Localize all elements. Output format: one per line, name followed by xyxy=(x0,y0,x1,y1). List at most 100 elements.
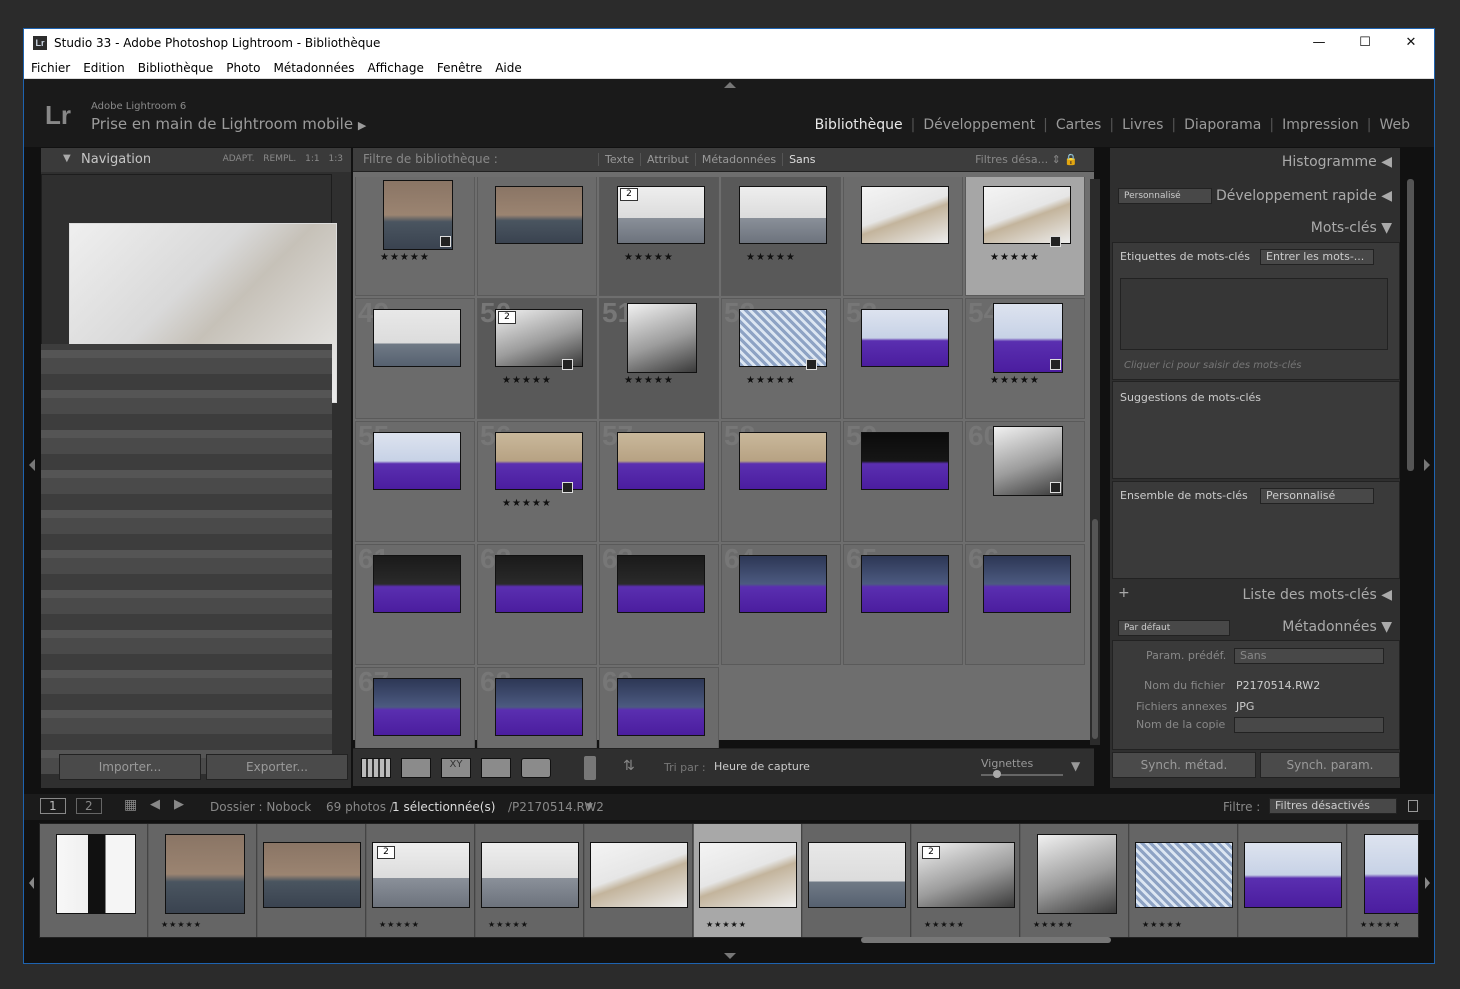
stack-count-badge[interactable]: 2 xyxy=(620,188,638,201)
grid-cell[interactable]: 68 xyxy=(477,666,597,748)
grid-thumbnail-image[interactable] xyxy=(983,555,1071,613)
grid-cell[interactable]: 64 xyxy=(721,543,841,665)
minimize-button[interactable]: — xyxy=(1296,29,1342,57)
menu-affichage[interactable]: Affichage xyxy=(360,57,429,75)
grid-thumbnail-image[interactable] xyxy=(739,555,827,613)
grid-cell[interactable]: 49 xyxy=(355,297,475,419)
grid-thumbnail-image[interactable] xyxy=(373,432,461,490)
grid-cell[interactable]: 57 xyxy=(599,420,719,542)
star-rating[interactable]: ★★★★★ xyxy=(380,252,430,263)
menu-fenetre[interactable]: Fenêtre xyxy=(430,57,488,75)
filmstrip-thumbnail-image[interactable] xyxy=(56,834,136,914)
grid-thumbnail-image[interactable] xyxy=(739,432,827,490)
catalog-arrow-icon[interactable]: ▶ xyxy=(358,119,366,132)
develop-adjusted-icon[interactable] xyxy=(1050,236,1061,247)
grid-thumbnail-image[interactable] xyxy=(739,186,827,244)
quick-develop-header[interactable]: Développement rapide ◀ xyxy=(1216,188,1392,204)
menu-fichier[interactable]: Fichier xyxy=(24,57,76,75)
grid-cell[interactable]: 50★★★★★2 xyxy=(477,297,597,419)
grid-cell[interactable]: 56★★★★★ xyxy=(477,420,597,542)
close-button[interactable]: ✕ xyxy=(1388,29,1434,57)
menu-photo[interactable]: Photo xyxy=(219,57,266,75)
module-diaporama[interactable]: Diaporama xyxy=(1176,117,1269,133)
grid-cell[interactable]: 67 xyxy=(355,666,475,748)
grid-view-icon[interactable] xyxy=(361,758,391,778)
right-panel-toggle-icon[interactable] xyxy=(1424,459,1430,471)
sync-metadata-button[interactable]: Synch. métad. xyxy=(1112,752,1256,778)
grid-cell[interactable]: 63 xyxy=(599,543,719,665)
left-panel-toggle-icon[interactable] xyxy=(29,459,35,471)
filmstrip-cell[interactable] xyxy=(803,824,911,937)
grid-cell[interactable]: ★★★★★ xyxy=(355,177,475,296)
loupe-view-icon[interactable] xyxy=(401,758,431,778)
collapse-bottom-icon[interactable] xyxy=(724,953,736,959)
develop-adjusted-icon[interactable] xyxy=(1050,359,1061,370)
grid-thumbnail-image[interactable] xyxy=(373,555,461,613)
filmstrip-scrollbar[interactable] xyxy=(861,937,1111,943)
filmstrip-cell[interactable] xyxy=(258,824,366,937)
grid-thumbnail-image[interactable] xyxy=(861,432,949,490)
import-button[interactable]: Importer... xyxy=(59,754,201,780)
filter-tab-texte[interactable]: Texte xyxy=(598,153,641,166)
compare-view-icon[interactable]: XY xyxy=(441,758,471,778)
grid-cell[interactable]: 69 xyxy=(599,666,719,748)
develop-adjusted-icon[interactable] xyxy=(1050,482,1061,493)
grid-cell[interactable]: ★★★★★ 2 xyxy=(599,177,719,296)
grid-thumbnail-image[interactable] xyxy=(861,555,949,613)
grid-scrollbar[interactable] xyxy=(1090,179,1100,745)
export-button[interactable]: Exporter... xyxy=(206,754,348,780)
grid-cell[interactable]: 65 xyxy=(843,543,963,665)
module-developpement[interactable]: Développement xyxy=(915,117,1043,133)
filmstrip-thumbnail-image[interactable] xyxy=(1135,842,1233,908)
filmstrip-cell[interactable]: ★★★★★ xyxy=(1130,824,1238,937)
filmstrip-cell[interactable]: ★★★★★ xyxy=(1348,824,1418,937)
filmstrip-cell[interactable]: ★★★★★ xyxy=(476,824,584,937)
thumbnail-size-slider-knob[interactable] xyxy=(993,770,1001,778)
grid-thumbnail-image[interactable] xyxy=(495,678,583,736)
module-bibliotheque[interactable]: Bibliothèque xyxy=(807,117,911,133)
filter-tab-sans[interactable]: Sans xyxy=(782,153,822,166)
star-rating[interactable]: ★★★★★ xyxy=(502,375,552,386)
grid-cell[interactable]: 66 xyxy=(965,543,1085,665)
filmstrip-stack-badge[interactable]: 2 xyxy=(377,846,395,859)
module-web[interactable]: Web xyxy=(1371,117,1418,133)
filmstrip-right-arrow-icon[interactable] xyxy=(1425,877,1430,889)
grid-cell[interactable]: 53 xyxy=(843,297,963,419)
painter-spray-icon[interactable] xyxy=(584,756,596,780)
histogram-header[interactable]: Histogramme ◀ xyxy=(1282,154,1392,170)
grid-cell[interactable]: 61 xyxy=(355,543,475,665)
maximize-button[interactable]: ☐ xyxy=(1342,29,1388,57)
sort-dropdown[interactable]: Heure de capture xyxy=(714,760,810,773)
menu-aide[interactable]: Aide xyxy=(488,57,528,75)
collapse-top-icon[interactable] xyxy=(724,82,736,88)
copy-name-field[interactable] xyxy=(1234,717,1384,733)
stack-count-badge[interactable]: 2 xyxy=(498,311,516,324)
filmstrip-lock-icon[interactable] xyxy=(1408,800,1418,812)
filter-tab-metadonnees[interactable]: Métadonnées xyxy=(694,153,783,166)
metadata-header[interactable]: Métadonnées ▼ xyxy=(1282,619,1392,635)
quick-develop-preset-dropdown[interactable]: Personnalisé xyxy=(1118,188,1212,204)
module-cartes[interactable]: Cartes xyxy=(1048,117,1110,133)
toolbar-menu-icon[interactable]: ▼ xyxy=(1071,759,1080,773)
grid-cell[interactable]: 62 xyxy=(477,543,597,665)
filmstrip-thumbnail-image[interactable] xyxy=(808,842,906,908)
grid-cell[interactable] xyxy=(477,177,597,296)
grid-cell[interactable]: 59 xyxy=(843,420,963,542)
secondary-window-button[interactable]: 2 xyxy=(76,798,102,814)
keyword-input-area[interactable] xyxy=(1120,278,1388,350)
filter-tab-attribut[interactable]: Attribut xyxy=(640,153,695,166)
module-livres[interactable]: Livres xyxy=(1114,117,1171,133)
filmstrip-cell[interactable]: ★★★★★ xyxy=(149,824,257,937)
filmstrip-stack-badge[interactable]: 2 xyxy=(922,846,940,859)
menu-bibliotheque[interactable]: Bibliothèque xyxy=(131,57,220,75)
develop-adjusted-icon[interactable] xyxy=(562,359,573,370)
filmstrip-cell[interactable]: ★★★★★ 2 xyxy=(367,824,475,937)
filmstrip-cell[interactable]: ★★★★★ xyxy=(694,824,802,937)
filename-value[interactable]: P2170514.RW2 xyxy=(1236,679,1320,692)
keyword-set-dropdown[interactable]: Personnalisé xyxy=(1260,488,1374,504)
filmstrip-left-arrow-icon[interactable] xyxy=(29,877,34,889)
metadata-preset-value[interactable]: Sans xyxy=(1234,648,1384,664)
grid-thumbnail-image[interactable] xyxy=(617,678,705,736)
keyword-tags-dropdown[interactable]: Entrer les mots-... xyxy=(1260,249,1374,265)
star-rating[interactable]: ★★★★★ xyxy=(624,252,674,263)
